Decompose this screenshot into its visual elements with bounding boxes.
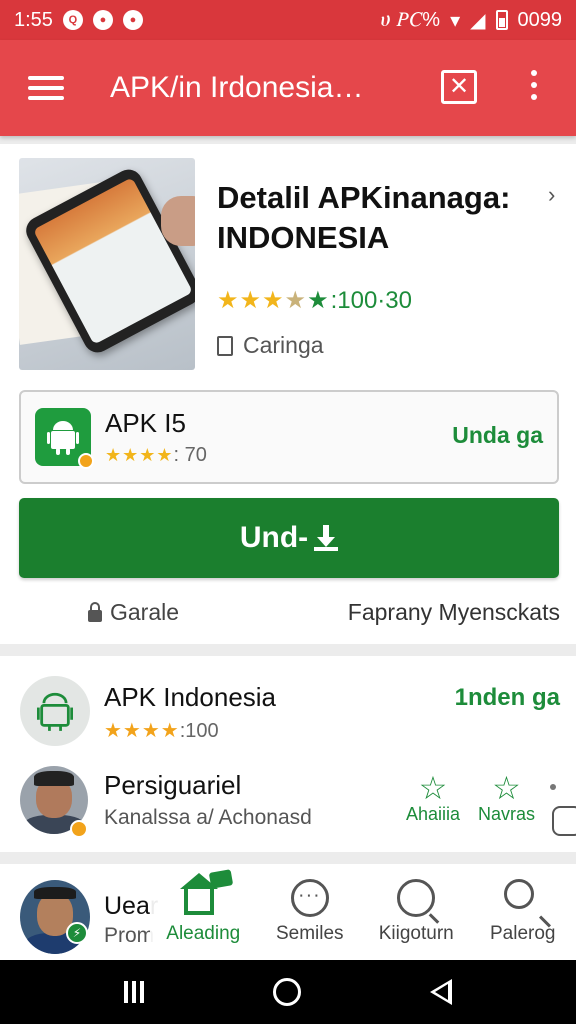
list-item-name[interactable]: APK Indonesia xyxy=(104,682,276,713)
bottom-nav: Aleading Semiles Kiigoturn Palerog xyxy=(150,864,576,960)
download-button-label: Und- xyxy=(239,521,309,554)
app-screenshot-image[interactable] xyxy=(19,158,195,370)
nav-item-semiles[interactable]: Semiles xyxy=(257,864,364,960)
detail-rating: ★★★ ★ ★ :100·30 xyxy=(217,286,412,315)
apk-rating: ★★★★: 70 xyxy=(105,444,207,467)
nav-label-palerog: Palerog xyxy=(490,923,556,944)
favorite-button-2[interactable]: ☆ Navras xyxy=(478,772,535,825)
apk-version-box[interactable]: APK I5 ★★★★: 70 Unda ga xyxy=(19,390,559,484)
download-icon xyxy=(314,525,339,551)
app-list-card: APK Indonesia ★★★★:100 1nden ga Persigua… xyxy=(0,656,576,852)
x-box-icon[interactable]: ✕ xyxy=(441,70,477,104)
nav-label-aleading: Aleading xyxy=(166,923,241,944)
more-dot-icon[interactable] xyxy=(550,784,556,790)
nav-item-palerog[interactable]: Palerog xyxy=(470,864,576,960)
detail-title: Detalil APKinanaga: INDONESIA xyxy=(217,180,511,255)
battery-text: 0099 xyxy=(517,8,563,31)
partial-star: ★ xyxy=(284,287,308,314)
lock-label-text: Garale xyxy=(110,599,180,625)
home-flag-icon xyxy=(180,869,234,917)
status-signal-text: ሀ 𝑃𝐶% xyxy=(380,8,441,31)
favorite-button[interactable]: ☆ Ahaiiia xyxy=(406,772,460,825)
record-icon: ● xyxy=(92,10,113,30)
hamburger-icon[interactable] xyxy=(28,76,64,100)
face-search-icon xyxy=(397,879,436,917)
list-item-action-link[interactable]: 1nden ga xyxy=(455,684,560,712)
nav-label-semiles: Semiles xyxy=(275,923,344,944)
apk-stars: ★★★★ xyxy=(105,445,174,465)
user-subtitle: Kanalssa a/ Achonasd xyxy=(104,806,312,829)
list-item-rating: ★★★★:100 xyxy=(104,718,219,743)
signal-icon: ◢ xyxy=(470,9,486,32)
status-bar: 1:55 Q ● ● ሀ 𝑃𝐶% ▾ ◢ 0099 xyxy=(0,0,576,40)
rating-stars: ★★★ xyxy=(217,287,285,314)
wifi-icon: ▾ xyxy=(450,9,461,32)
android-icon xyxy=(20,676,90,746)
favorite-label-2: Navras xyxy=(478,804,536,824)
rating-value: :100·30 xyxy=(330,286,412,314)
lock-label: Garale xyxy=(88,599,179,626)
system-nav-bar xyxy=(0,960,576,1024)
chevron-right-icon[interactable]: › xyxy=(548,182,555,208)
back-icon[interactable] xyxy=(429,979,452,1005)
star-outline-icon: ☆ xyxy=(492,770,521,806)
status-time: 1:55 xyxy=(14,8,53,31)
app-bar-title: APK/in Irdonesia… xyxy=(110,71,364,104)
android-app-icon xyxy=(35,408,94,469)
badge-icon xyxy=(70,820,88,838)
app-bar: APK/in Irdonesia… ✕ xyxy=(0,40,576,136)
list-item-stars: ★★★★ xyxy=(104,720,180,742)
list-item-rating-value: :100 xyxy=(179,720,219,742)
nav-item-aleading[interactable]: Aleading xyxy=(150,864,257,960)
favorite-label: Ahaiiia xyxy=(406,804,461,824)
nav-item-kiigoturn[interactable]: Kiigoturn xyxy=(363,864,470,960)
record-icon-2: ● xyxy=(122,10,143,30)
nav-label-kiigoturn: Kiigoturn xyxy=(378,923,454,944)
developer-row: Caringa xyxy=(217,332,324,359)
publisher-label[interactable]: Faprany Myensckats xyxy=(348,599,560,626)
verified-badge-icon: ⚡ xyxy=(66,922,88,944)
apk-name: APK I5 xyxy=(105,408,186,438)
detail-card: Detalil APKinanaga: INDONESIA › ★★★ ★ ★ … xyxy=(0,144,576,644)
chat-bubble-icon[interactable] xyxy=(552,806,576,836)
notification-icon: Q xyxy=(62,10,83,30)
home-icon[interactable] xyxy=(272,978,301,1006)
developer-name: Caringa xyxy=(243,332,324,358)
user-name[interactable]: Persiguariel xyxy=(104,770,241,801)
reel-icon xyxy=(290,879,329,917)
recent-apps-icon[interactable] xyxy=(124,981,145,1003)
kebab-icon[interactable] xyxy=(528,70,540,100)
search-icon xyxy=(503,879,542,917)
update-badge-icon xyxy=(78,453,94,469)
user-subtitle-2: Prom xyxy=(104,924,155,947)
star-outline-icon: ☆ xyxy=(418,770,448,806)
apk-action-link[interactable]: Unda ga xyxy=(452,422,543,449)
lock-icon xyxy=(88,601,102,622)
battery-icon xyxy=(495,10,508,30)
green-star: ★ xyxy=(307,287,329,314)
book-icon xyxy=(217,335,233,356)
download-button[interactable]: Und- xyxy=(19,498,559,578)
apk-rating-value: : 70 xyxy=(173,444,207,466)
